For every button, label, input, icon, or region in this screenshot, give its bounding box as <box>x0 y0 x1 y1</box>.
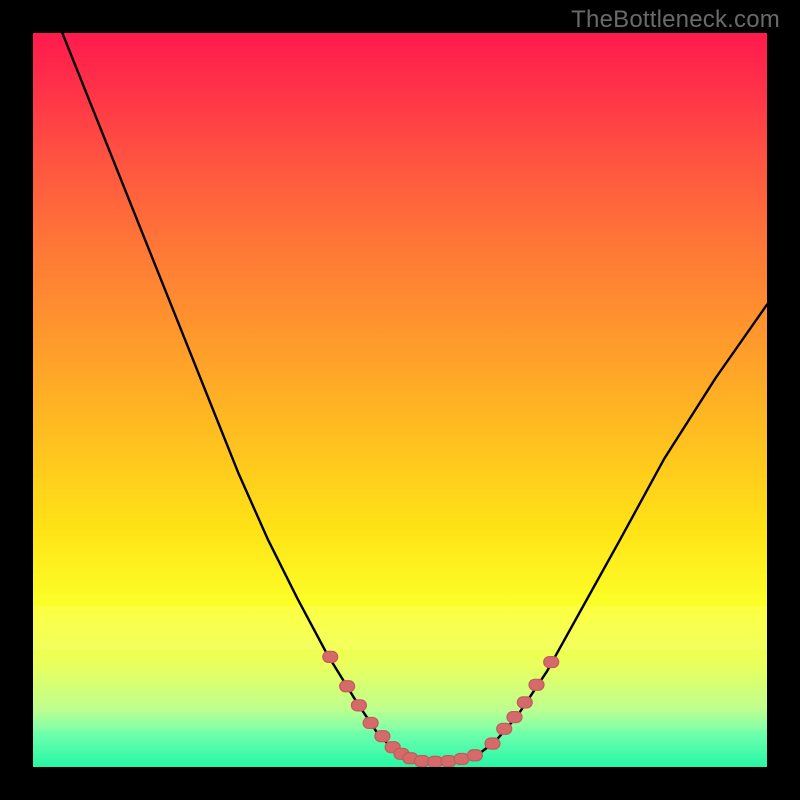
curve-right-curve <box>477 305 767 756</box>
data-marker <box>467 750 482 761</box>
plot-area <box>33 33 767 767</box>
watermark-text: TheBottleneck.com <box>571 6 780 34</box>
data-marker <box>517 697 532 708</box>
data-marker <box>375 731 390 742</box>
data-marker <box>529 679 544 690</box>
data-marker <box>340 681 355 692</box>
chart-stage: TheBottleneck.com <box>0 0 800 800</box>
data-marker <box>507 712 522 723</box>
data-marker <box>323 651 338 662</box>
curve-left-curve <box>62 33 407 758</box>
data-marker <box>544 657 559 668</box>
curves-layer <box>33 33 767 767</box>
data-marker <box>351 700 366 711</box>
data-marker <box>363 717 378 728</box>
data-marker <box>485 738 500 749</box>
data-marker <box>497 723 512 734</box>
data-marker <box>441 756 456 767</box>
